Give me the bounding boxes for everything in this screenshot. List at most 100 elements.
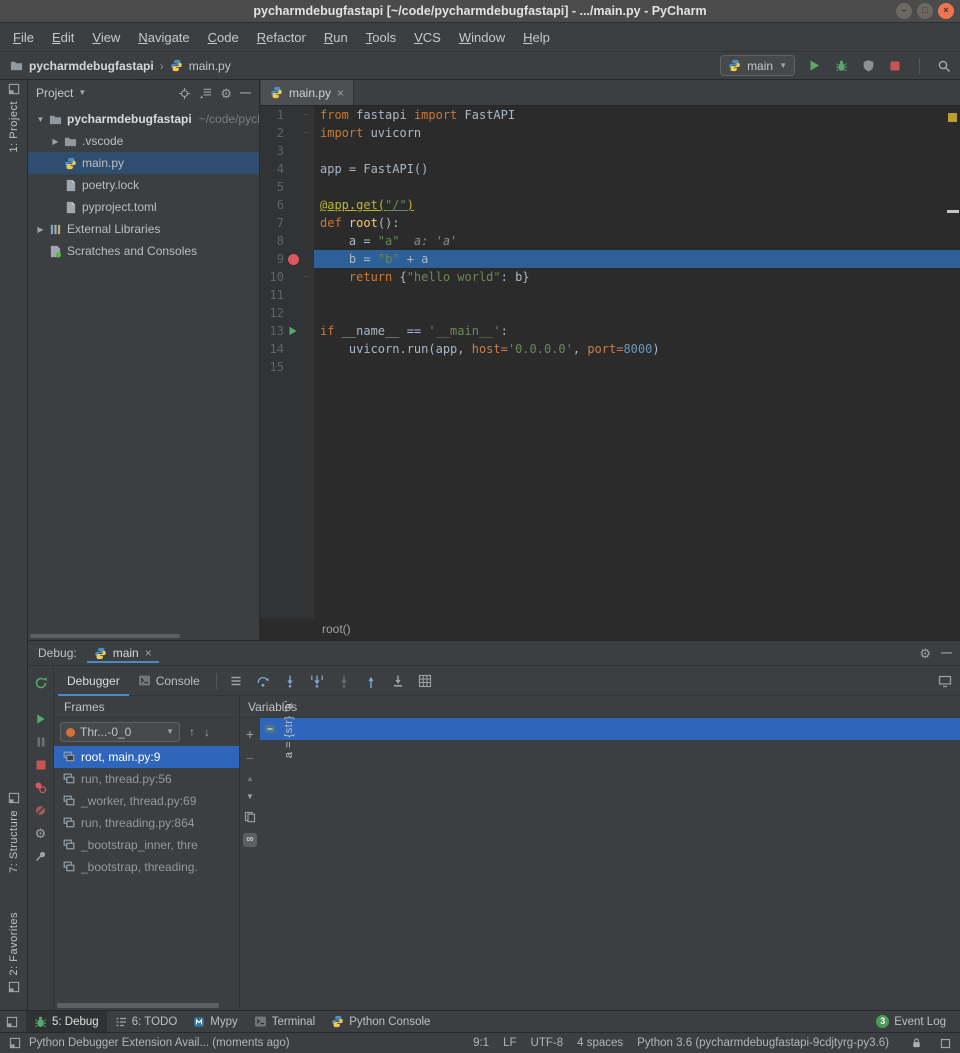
- stop-run-icon[interactable]: [887, 60, 903, 72]
- close-tab-icon[interactable]: ×: [337, 87, 344, 99]
- step-out-icon[interactable]: [359, 674, 384, 688]
- force-step-into-icon[interactable]: [332, 674, 357, 688]
- status-item-9-1[interactable]: 9:1: [473, 1037, 489, 1049]
- tree-item-pyproject-toml[interactable]: pyproject.toml: [28, 196, 259, 218]
- step-into-icon[interactable]: [278, 674, 303, 688]
- tool-window-switcher-icon[interactable]: [6, 1016, 18, 1028]
- tree-item-main-py[interactable]: main.py: [28, 152, 259, 174]
- status-item-utf-8[interactable]: UTF-8: [531, 1037, 564, 1049]
- code-line-8[interactable]: 8 a = "a" a: 'a': [260, 232, 960, 250]
- code-editor[interactable]: 1–from fastapi import FastAPI2–import uv…: [260, 106, 960, 618]
- toolwindow-button-6-todo[interactable]: 6: TODO: [107, 1011, 186, 1032]
- debug-session-tab[interactable]: main ×: [87, 643, 159, 663]
- rerun-icon[interactable]: [34, 671, 48, 694]
- frame-root-main-py-9[interactable]: root, main.py:9: [54, 746, 239, 768]
- pause-icon[interactable]: [35, 730, 47, 753]
- debug-tab-console[interactable]: Console: [129, 666, 209, 696]
- lock-icon[interactable]: [911, 1037, 922, 1049]
- status-message[interactable]: Python Debugger Extension Avail... (mome…: [29, 1037, 290, 1049]
- mute-breakpoints-icon[interactable]: [34, 799, 47, 822]
- code-line-12[interactable]: 12: [260, 304, 960, 322]
- tree-item-external-libraries[interactable]: ▶External Libraries: [28, 218, 259, 240]
- run-to-cursor-icon[interactable]: [386, 674, 411, 688]
- frame-run-thread-py-56[interactable]: run, thread.py:56: [54, 768, 239, 790]
- title-bar[interactable]: pycharmdebugfastapi [~/code/pycharmdebug…: [0, 0, 960, 23]
- toolwindow-button-terminal[interactable]: Terminal: [246, 1011, 323, 1032]
- run-icon[interactable]: [806, 59, 822, 72]
- menu-item-refactor[interactable]: Refactor: [248, 25, 315, 50]
- toolwindow-button-5-debug[interactable]: 5: Debug: [26, 1011, 107, 1032]
- scrollbar-thumb[interactable]: [30, 634, 180, 638]
- step-over-icon[interactable]: [251, 674, 276, 688]
- status-item-4-spaces[interactable]: 4 spaces: [577, 1037, 623, 1049]
- search-icon[interactable]: [936, 59, 952, 73]
- code-line-5[interactable]: 5: [260, 178, 960, 196]
- view-menu-icon[interactable]: [224, 675, 249, 687]
- code-line-2[interactable]: 2–import uvicorn: [260, 124, 960, 142]
- coverage-icon[interactable]: [860, 59, 876, 72]
- code-line-7[interactable]: 7def root():: [260, 214, 960, 232]
- tree-item-scratches-and-consoles[interactable]: Scratches and Consoles: [28, 240, 259, 262]
- breadcrumb-file[interactable]: main.py: [189, 59, 231, 73]
- menu-item-vcs[interactable]: VCS: [405, 25, 450, 50]
- breakpoint-icon[interactable]: [286, 250, 300, 268]
- code-line-11[interactable]: 11: [260, 286, 960, 304]
- frame-run-threading-py-864[interactable]: run, threading.py:864: [54, 812, 239, 834]
- previous-frame-icon[interactable]: ↑: [189, 726, 195, 738]
- frame-bootstrap-inner-thre[interactable]: _bootstrap_inner, thre: [54, 834, 239, 856]
- stop-icon[interactable]: [35, 753, 47, 776]
- debug-settings-icon[interactable]: ⚙: [919, 647, 931, 660]
- menu-item-tools[interactable]: Tools: [357, 25, 405, 50]
- code-line-15[interactable]: 15: [260, 358, 960, 376]
- copy-icon[interactable]: [244, 811, 256, 823]
- resume-icon[interactable]: [35, 707, 47, 730]
- error-stripe-warning-mark[interactable]: [948, 113, 957, 122]
- frame-bootstrap-threading[interactable]: _bootstrap, threading.: [54, 856, 239, 878]
- hide-window-icon[interactable]: —: [941, 648, 952, 659]
- menu-item-help[interactable]: Help: [514, 25, 559, 50]
- toolwindow-button-python-console[interactable]: Python Console: [323, 1011, 438, 1032]
- gear-icon[interactable]: ⚙: [220, 87, 232, 100]
- menu-item-view[interactable]: View: [83, 25, 129, 50]
- editor-breadcrumb[interactable]: root(): [260, 618, 960, 640]
- tree-item-pycharmdebugfastapi[interactable]: ▼pycharmdebugfastapi~/code/pycharmdebugf…: [28, 108, 259, 130]
- caret-down-icon[interactable]: ▼: [78, 89, 86, 97]
- add-icon[interactable]: +: [246, 727, 254, 741]
- down-icon[interactable]: ▼: [246, 793, 254, 801]
- stripe-button-project[interactable]: 1: Project: [0, 83, 27, 152]
- evaluate-expression-icon[interactable]: [413, 674, 438, 688]
- editor-empty-space[interactable]: [260, 376, 960, 618]
- code-line-6[interactable]: 6@app.get("/"): [260, 196, 960, 214]
- maximize-button[interactable]: □: [917, 3, 933, 19]
- menu-item-code[interactable]: Code: [199, 25, 248, 50]
- menu-item-window[interactable]: Window: [450, 25, 514, 50]
- pin-icon[interactable]: [34, 845, 47, 868]
- horizontal-scrollbar[interactable]: [30, 634, 250, 638]
- breadcrumb-project[interactable]: pycharmdebugfastapi: [29, 59, 154, 73]
- thread-selector[interactable]: Thr...-0_0 ▼: [60, 722, 180, 742]
- run-configuration-select[interactable]: main ▼: [720, 55, 795, 76]
- code-line-3[interactable]: 3: [260, 142, 960, 160]
- collapse-arrow-icon[interactable]: ▼: [34, 115, 47, 124]
- layout-settings-icon[interactable]: [938, 674, 952, 688]
- status-item-lf[interactable]: LF: [503, 1037, 516, 1049]
- run-gutter-icon[interactable]: [286, 322, 300, 340]
- minimize-button[interactable]: –: [896, 3, 912, 19]
- menu-item-navigate[interactable]: Navigate: [129, 25, 198, 50]
- code-line-9[interactable]: 9 b = "b" + a: [260, 250, 960, 268]
- frame-worker-thread-py-69[interactable]: _worker, thread.py:69: [54, 790, 239, 812]
- stripe-button-structure[interactable]: 7: Structure: [0, 792, 27, 873]
- code-line-10[interactable]: 10– return {"hello world": b}: [260, 268, 960, 286]
- collapse-all-icon[interactable]: [199, 87, 212, 100]
- tree-item-poetry-lock[interactable]: poetry.lock: [28, 174, 259, 196]
- code-line-14[interactable]: 14 uvicorn.run(app, host='0.0.0.0', port…: [260, 340, 960, 358]
- next-frame-icon[interactable]: ↓: [204, 726, 210, 738]
- up-icon[interactable]: ▲: [246, 775, 254, 783]
- code-line-13[interactable]: 13if __name__ == '__main__':: [260, 322, 960, 340]
- frames-scrollbar[interactable]: [57, 1003, 229, 1008]
- editor-tab-main-py[interactable]: main.py ×: [261, 80, 354, 105]
- breadcrumb-method[interactable]: root(): [322, 622, 351, 636]
- expand-arrow-icon[interactable]: ▶: [49, 137, 62, 146]
- code-line-1[interactable]: 1–from fastapi import FastAPI: [260, 106, 960, 124]
- dock-icon[interactable]: [9, 1037, 21, 1049]
